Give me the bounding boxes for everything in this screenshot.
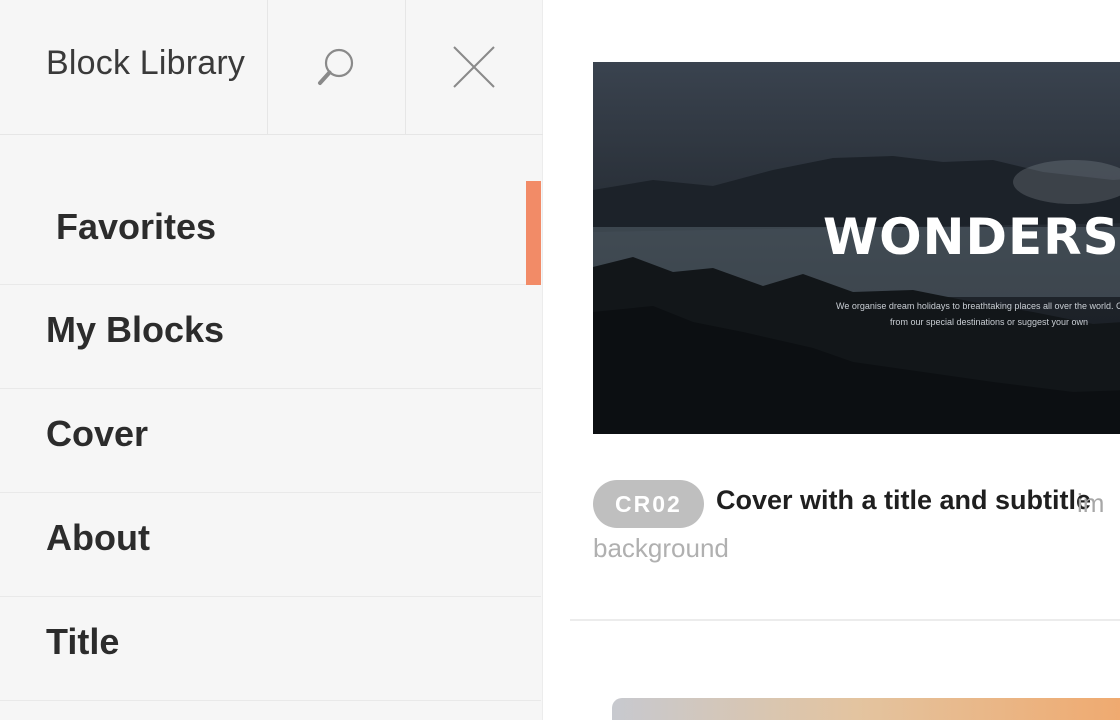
block-description-continued: background xyxy=(593,533,729,563)
block-description: im xyxy=(1077,488,1105,518)
preview-heading: WONDERS xyxy=(823,208,1120,266)
block-library-sidebar: Block Library Favorites My Blocks Cover … xyxy=(0,0,543,720)
next-block-preview[interactable] xyxy=(612,698,1120,720)
preview-subtitle: We organise dream holidays to breathtaki… xyxy=(779,298,1120,330)
block-code-badge: CR02 xyxy=(593,480,704,528)
sidebar-item-favorites[interactable]: Favorites xyxy=(0,181,541,285)
search-icon xyxy=(318,48,354,85)
search-button[interactable] xyxy=(267,0,404,134)
sidebar-item-about[interactable]: About xyxy=(0,493,541,597)
close-button[interactable] xyxy=(405,0,542,134)
block-list-panel: WONDERS We organise dream holidays to br… xyxy=(543,0,1120,720)
preview-subtitle-line: We organise dream holidays to breathtaki… xyxy=(836,301,1120,311)
preview-subtitle-line: from our special destinations or suggest… xyxy=(889,317,1089,327)
sidebar-header: Block Library xyxy=(0,0,543,135)
sidebar-item-my-blocks[interactable]: My Blocks xyxy=(0,285,541,389)
block-title: Cover with a title and subtitle xyxy=(716,485,1092,515)
sidebar-item-label: About xyxy=(46,517,150,558)
sidebar-item-title[interactable]: Title xyxy=(0,597,541,701)
sidebar-item-label: Title xyxy=(46,621,120,662)
sidebar-item-label: Cover xyxy=(46,413,149,454)
sidebar-title: Block Library xyxy=(46,44,246,82)
sidebar-item-label: Favorites xyxy=(56,206,217,247)
sidebar-item-cover[interactable]: Cover xyxy=(0,389,541,493)
card-divider xyxy=(570,619,1120,621)
sidebar-item-label: My Blocks xyxy=(46,309,225,350)
close-icon xyxy=(453,46,495,88)
active-indicator xyxy=(526,181,541,285)
block-preview-image[interactable]: WONDERS We organise dream holidays to br… xyxy=(593,62,1120,434)
